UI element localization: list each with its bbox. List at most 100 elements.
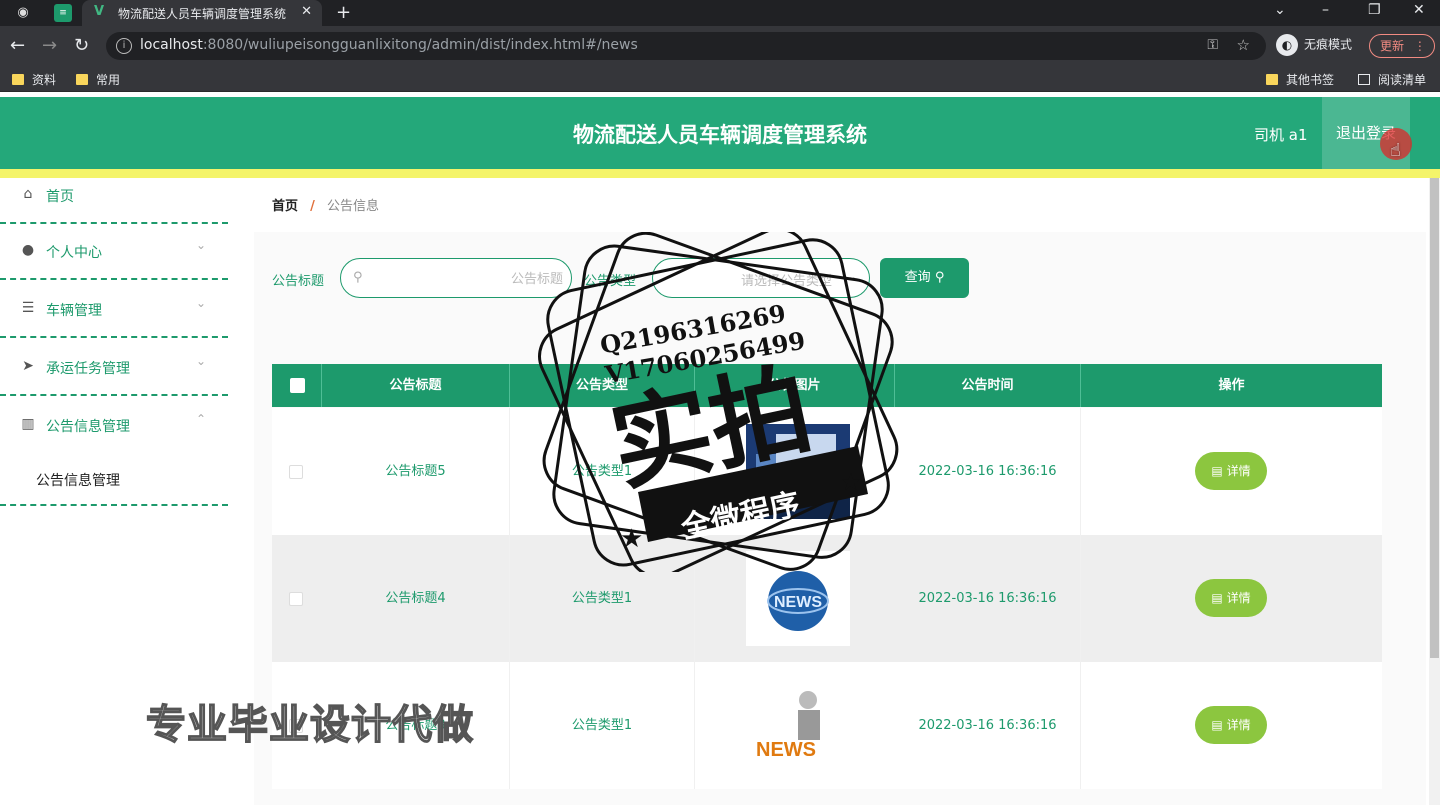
app-header: 物流配送人员车辆调度管理系统 司机 a1 退出登录	[0, 97, 1440, 169]
type-search-label: 公告类型	[584, 274, 637, 289]
globe-icon[interactable]: ◉	[14, 4, 32, 22]
table-header: 公告标题 公告类型 公告图片 公告时间 操作	[272, 364, 1382, 407]
bookmark-star-icon[interactable]: ☆	[1237, 36, 1250, 54]
notice-image	[746, 424, 850, 519]
svg-text:NEWS: NEWS	[756, 739, 816, 761]
page-scrollbar[interactable]	[1429, 178, 1440, 805]
submenu-notice-management[interactable]: 公告信息管理	[0, 450, 228, 506]
row-checkbox[interactable]	[289, 465, 303, 479]
sidebar-item-label: 公告信息管理	[46, 419, 130, 435]
cell-title: 公告标题3	[322, 662, 510, 789]
window-close-button[interactable]: ✕	[1413, 2, 1425, 18]
chevron-down-icon: ⌄	[196, 296, 207, 310]
key-icon[interactable]: ⚿	[1207, 37, 1218, 53]
notice-image: NEWS	[746, 551, 850, 646]
cell-time: 2022-03-16 16:36:16	[895, 535, 1081, 662]
back-button[interactable]: ←	[10, 36, 25, 56]
bookmark-label: 资料	[32, 73, 57, 87]
close-tab-icon[interactable]: ✕	[301, 4, 312, 19]
select-all-checkbox[interactable]	[290, 378, 305, 393]
vue-logo-icon: V	[94, 4, 105, 19]
update-button[interactable]: 更新 ⋮	[1369, 34, 1435, 58]
detail-button-label: 详情	[1226, 718, 1251, 732]
title-search-input[interactable]	[371, 267, 563, 289]
sidebar-item-label: 个人中心	[46, 245, 102, 261]
folder-icon	[76, 74, 88, 85]
breadcrumb: 首页 / 公告信息	[272, 195, 379, 214]
bookmark-folder-ziliao[interactable]: 资料	[12, 71, 56, 88]
sidebar-item-tasks[interactable]: ➤ 承运任务管理 ⌄	[0, 340, 228, 396]
url-bar[interactable]: i localhost:8080/wuliupeisongguanlixiton…	[106, 32, 1266, 60]
bookmarks-bar: 资料 常用 其他书签 阅读清单	[0, 66, 1440, 92]
table-row: 公告标题4 公告类型1 NEWS 2022-03-16 16:36:16 ▤ 详…	[272, 535, 1382, 662]
header-select-all-cell	[272, 364, 322, 407]
sidebar-item-home[interactable]: ⌂ 首页	[0, 168, 228, 224]
hand-cursor-icon: ☝	[1390, 140, 1401, 161]
query-button-label: 查询	[904, 270, 931, 285]
detail-button-label: 详情	[1226, 464, 1251, 478]
folder-icon	[12, 74, 24, 85]
type-select[interactable]: 请选择公告类型 ⌄	[652, 258, 870, 298]
sidebar-item-label: 首页	[46, 189, 74, 205]
cell-type: 公告类型1	[510, 535, 695, 662]
chevron-down-icon: ⌄	[846, 269, 857, 283]
cell-time: 2022-03-16 16:36:16	[895, 408, 1081, 535]
sidebar-item-profile[interactable]: ● 个人中心 ⌄	[0, 224, 228, 280]
app-title: 物流配送人员车辆调度管理系统	[573, 123, 867, 147]
row-checkbox[interactable]	[289, 719, 303, 733]
detail-button-label: 详情	[1226, 591, 1251, 605]
incognito-indicator[interactable]: ◐ 无痕模式	[1276, 34, 1352, 56]
incognito-icon: ◐	[1276, 34, 1298, 56]
chevron-down-icon: ⌄	[196, 238, 207, 252]
submenu-label: 公告信息管理	[36, 473, 120, 489]
header-time: 公告时间	[895, 364, 1081, 407]
detail-button[interactable]: ▤ 详情	[1195, 579, 1267, 617]
forward-button[interactable]: →	[42, 36, 57, 56]
url-path: :8080/wuliupeisongguanlixitong/admin/dis…	[202, 37, 638, 53]
folder-icon	[1266, 74, 1278, 85]
type-select-placeholder: 请选择公告类型	[741, 274, 833, 289]
title-search-field[interactable]: ⚲	[340, 258, 572, 298]
send-icon: ➤	[22, 358, 34, 374]
breadcrumb-current: 公告信息	[327, 199, 380, 214]
book-icon: ▥	[21, 416, 35, 432]
url-text[interactable]: localhost:8080/wuliupeisongguanlixitong/…	[140, 37, 638, 53]
sidebar-item-notices[interactable]: ▥ 公告信息管理 ⌃	[0, 398, 228, 454]
document-icon: ▤	[1211, 591, 1223, 605]
detail-button[interactable]: ▤ 详情	[1195, 706, 1267, 744]
active-tab[interactable]: V 物流配送人员车辆调度管理系统 ✕	[82, 0, 322, 26]
header-image: 公告图片	[695, 364, 895, 407]
tab-search-icon[interactable]: ⌄	[1274, 2, 1286, 18]
browser-tab-bar: ◉ ≡ V 物流配送人员车辆调度管理系统 ✕ + ⌄ – ❐ ✕	[0, 0, 1440, 26]
header-title: 公告标题	[322, 364, 510, 407]
row-checkbox[interactable]	[289, 592, 303, 606]
url-host: localhost	[140, 37, 203, 53]
cell-time: 2022-03-16 16:36:16	[895, 662, 1081, 789]
reload-button[interactable]: ↻	[74, 36, 89, 56]
sidebar: ⌂ 首页 ● 个人中心 ⌄ ☰ 车辆管理 ⌄ ➤ 承运任务管理 ⌄ ▥ 公告信息…	[0, 178, 228, 805]
minimize-button[interactable]: –	[1322, 2, 1329, 18]
sidebar-item-vehicles[interactable]: ☰ 车辆管理 ⌄	[0, 282, 228, 338]
app-tab-icon[interactable]: ≡	[54, 4, 72, 22]
query-button[interactable]: 查询 ⚲	[880, 258, 969, 298]
breadcrumb-home[interactable]: 首页	[272, 199, 298, 214]
search-icon: ⚲	[353, 270, 363, 285]
sidebar-item-label: 承运任务管理	[46, 361, 130, 377]
restore-button[interactable]: ❐	[1368, 2, 1381, 18]
scrollbar-thumb[interactable]	[1430, 178, 1439, 658]
table-row: 公告标题3 公告类型1 NEWS 2022-03-16 16:36:16 ▤ 详…	[272, 662, 1382, 789]
cell-type: 公告类型1	[510, 408, 695, 535]
home-icon: ⌂	[23, 186, 33, 202]
list-icon: ☰	[21, 300, 35, 316]
detail-button[interactable]: ▤ 详情	[1195, 452, 1267, 490]
svg-text:NEWS: NEWS	[774, 594, 822, 611]
bookmark-folder-changyong[interactable]: 常用	[76, 71, 120, 88]
reading-list[interactable]: 阅读清单	[1358, 71, 1426, 88]
other-bookmarks[interactable]: 其他书签	[1266, 71, 1334, 88]
reading-list-label: 阅读清单	[1378, 73, 1427, 87]
cell-title: 公告标题4	[322, 535, 510, 662]
update-label: 更新	[1380, 39, 1405, 53]
reading-list-icon	[1358, 74, 1370, 85]
new-tab-button[interactable]: +	[336, 2, 351, 23]
site-info-icon[interactable]: i	[116, 38, 132, 54]
